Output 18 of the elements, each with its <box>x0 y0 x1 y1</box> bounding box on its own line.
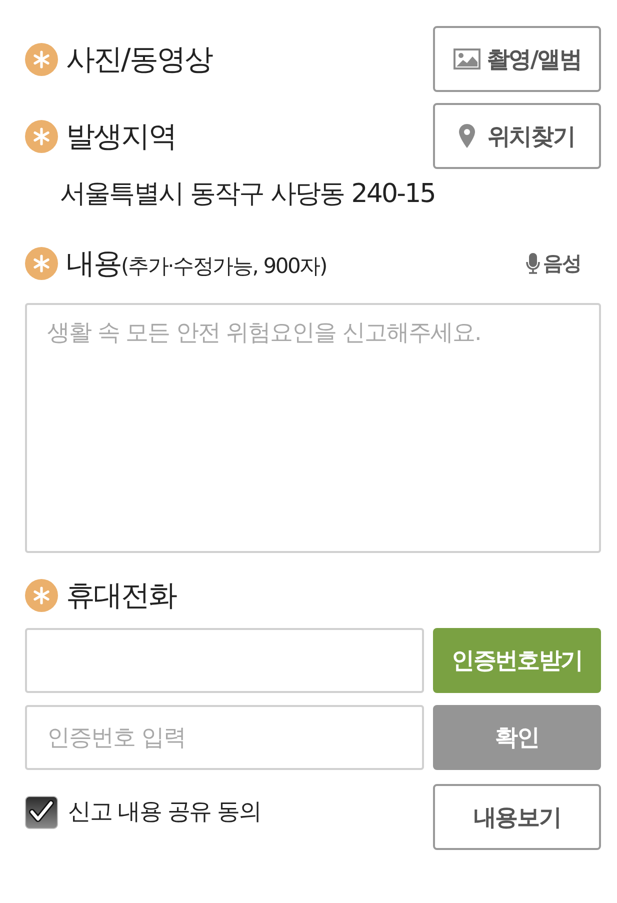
address-text: 서울특별시 동작구 사당동 240-15 <box>59 179 436 209</box>
microphone-icon <box>526 252 540 274</box>
phone-input-field[interactable] <box>25 628 424 693</box>
location-pin-icon <box>459 124 476 148</box>
section-label: 휴대전화 <box>66 577 176 613</box>
code-input-field[interactable]: 인증번호 입력 <box>25 705 424 770</box>
label-note: (추가·수정가능, 900자) <box>121 253 326 280</box>
section-label: 발생지역 <box>66 118 176 154</box>
agree-label: 신고 내용 공유 동의 <box>68 798 261 827</box>
find-location-button[interactable]: 위치찾기 <box>433 103 601 169</box>
image-icon <box>452 48 481 70</box>
agree-checkbox[interactable] <box>25 796 58 828</box>
section-label: 내용 <box>66 245 121 281</box>
capture-album-button[interactable]: 촬영/앨범 <box>433 26 601 92</box>
content-textarea[interactable]: 생활 속 모든 안전 위험요인을 신고해주세요. <box>25 303 601 553</box>
section-label: 사진/동영상 <box>66 41 212 77</box>
voice-input-button[interactable]: 음성 <box>526 250 581 276</box>
view-content-button[interactable]: 내용보기 <box>433 784 601 850</box>
